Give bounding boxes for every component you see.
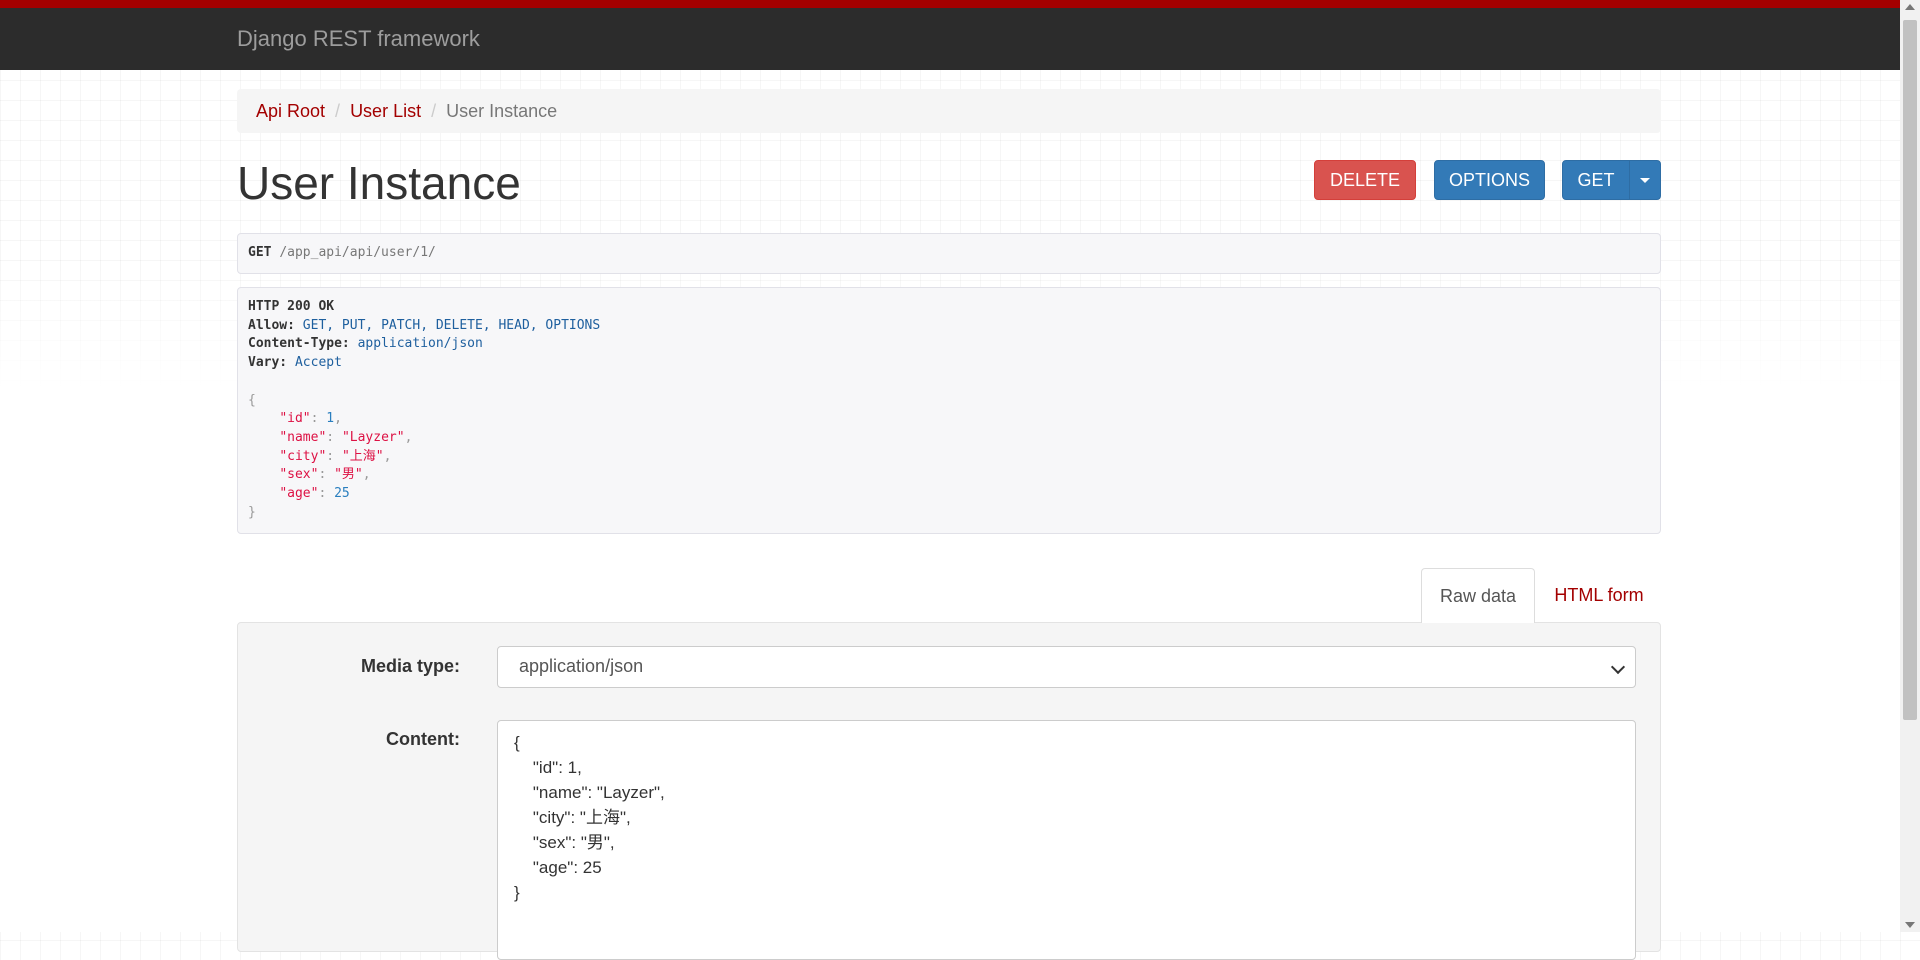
content-textarea[interactable]: { "id": 1, "name": "Layzer", "city": "上海… (497, 720, 1636, 960)
header-value-vary: Accept (294, 355, 342, 371)
json-key-city: "city" (279, 448, 327, 464)
options-button[interactable]: OPTIONS (1434, 160, 1545, 200)
media-type-value: application/json (519, 656, 644, 676)
request-path: /app_api/api/user/1/ (279, 245, 436, 260)
json-key-sex: "sex" (279, 467, 319, 483)
breadcrumb-user-list[interactable]: User List (350, 101, 421, 121)
response-status: HTTP 200 OK (248, 299, 335, 314)
header-name-vary: Vary: (248, 355, 288, 371)
caret-down-icon (1640, 177, 1650, 183)
request-info: GET /app_api/api/user/1/ (237, 233, 1661, 274)
tab-html-form[interactable]: HTML form (1537, 568, 1661, 623)
header-value-content-type: application/json (357, 336, 483, 352)
json-value-age: 25 (334, 486, 350, 502)
delete-button[interactable]: DELETE (1314, 160, 1416, 200)
content-label: Content: (386, 729, 460, 749)
header-name-content-type: Content-Type: (248, 336, 350, 352)
scroll-down-arrow-icon[interactable] (1905, 922, 1915, 928)
breadcrumb-api-root[interactable]: Api Root (256, 101, 325, 121)
scrollbar-thumb[interactable] (1903, 20, 1917, 720)
scroll-up-arrow-icon[interactable] (1905, 4, 1915, 10)
json-key-name: "name" (279, 429, 327, 445)
header-value-allow: GET, PUT, PATCH, DELETE, HEAD, OPTIONS (302, 317, 601, 333)
get-format-dropdown-toggle[interactable] (1629, 160, 1661, 200)
json-open-brace: { (248, 392, 256, 408)
response-info: HTTP 200 OK Allow: GET, PUT, PATCH, DELE… (237, 287, 1661, 534)
page-title: User Instance (237, 157, 521, 209)
breadcrumb: Api Root / User List / User Instance (237, 89, 1661, 133)
tab-raw-data[interactable]: Raw data (1421, 568, 1535, 623)
header-name-allow: Allow: (248, 317, 295, 333)
json-value-name: "Layzer" (341, 429, 405, 445)
json-value-city: "上海" (341, 448, 384, 464)
breadcrumb-current: User Instance (446, 101, 558, 121)
breadcrumb-separator: / (431, 101, 437, 121)
top-accent-stripe (0, 0, 1920, 8)
media-type-select[interactable]: application/json (497, 646, 1636, 688)
get-button[interactable]: GET (1562, 160, 1630, 200)
request-method: GET (248, 245, 272, 260)
page-scrollbar[interactable] (1900, 0, 1920, 932)
json-key-age: "age" (279, 486, 319, 502)
navbar: Django REST framework (0, 8, 1920, 70)
brand-link[interactable]: Django REST framework (237, 26, 480, 52)
media-type-label: Media type: (360, 656, 460, 676)
json-close-brace: } (248, 504, 256, 520)
json-value-sex: "男" (334, 467, 363, 483)
breadcrumb-separator: / (335, 101, 341, 121)
json-key-id: "id" (279, 411, 311, 427)
chevron-down-icon (1610, 659, 1626, 675)
json-value-id: 1 (326, 411, 335, 427)
